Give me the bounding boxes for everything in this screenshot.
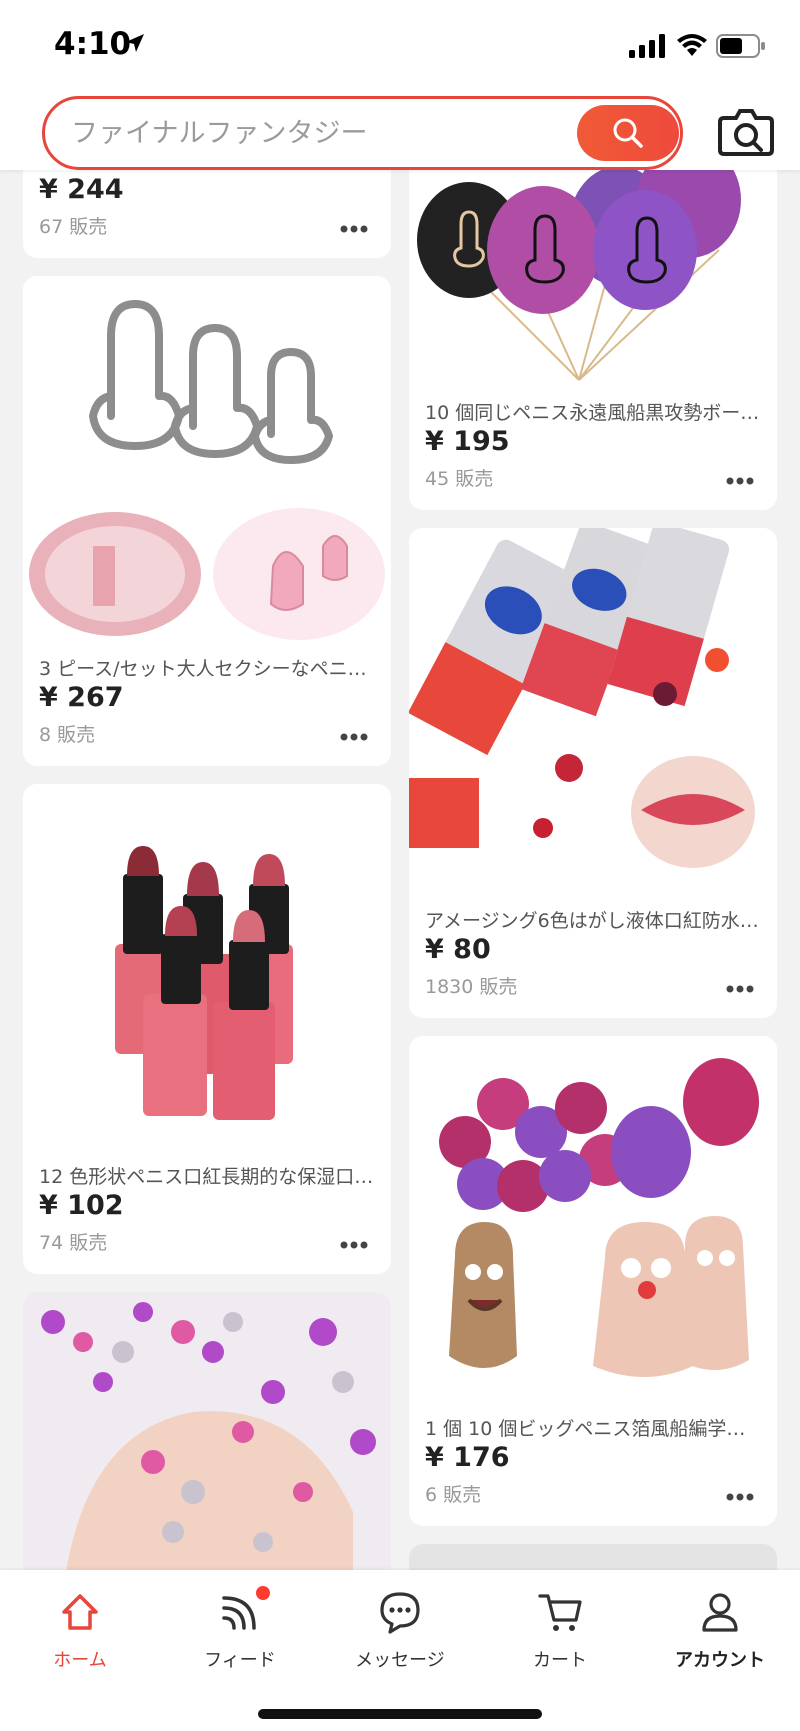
- product-price: ¥ 176: [425, 1442, 510, 1473]
- home-icon: [62, 1594, 98, 1630]
- product-sold-count: 1830 販売: [425, 976, 518, 998]
- product-image: [23, 1292, 391, 1592]
- search-input[interactable]: [71, 111, 541, 155]
- more-options-icon[interactable]: [725, 476, 755, 486]
- product-image: [23, 276, 391, 648]
- product-sold-count: 8 販売: [39, 724, 96, 746]
- product-title: 3 ピース/セット大人セクシーなペニスクッキー型: [39, 658, 375, 680]
- search-box[interactable]: [42, 96, 683, 170]
- product-sold-count: 6 販売: [425, 1484, 482, 1506]
- home-indicator: [258, 1709, 542, 1719]
- camera-icon[interactable]: [716, 106, 776, 158]
- tab-label: メッセージ: [355, 1650, 445, 1671]
- more-options-icon[interactable]: [725, 984, 755, 994]
- product-image: [409, 528, 777, 900]
- product-price: ¥ 102: [39, 1190, 124, 1221]
- product-card[interactable]: 12 色形状ペニス口紅長期的な保湿口紅マット ¥ 102 74 販売: [23, 784, 391, 1274]
- tab-cart[interactable]: カート: [480, 1570, 640, 1680]
- status-bar: 4:10: [0, 0, 800, 90]
- product-title: アメージング6色はがし液体口紅防水長持ち: [425, 910, 761, 932]
- product-sold-count: 67 販売: [39, 216, 108, 238]
- bottom-tab-bar: ホーム フィード メッセージ カート アカウント: [0, 1570, 800, 1731]
- account-icon: [702, 1593, 738, 1632]
- tab-feed[interactable]: フィード: [160, 1570, 320, 1680]
- cart-icon: [538, 1594, 582, 1631]
- more-options-icon[interactable]: [339, 732, 369, 742]
- product-price: ¥ 195: [425, 426, 510, 457]
- tab-label: アカウント: [675, 1650, 765, 1671]
- battery-icon: [716, 34, 765, 58]
- search-button[interactable]: [577, 105, 679, 161]
- location-arrow-icon: [126, 34, 144, 52]
- status-time: 4:10: [54, 26, 132, 62]
- product-card[interactable]: 3 ピース/セット大人セクシーなペニスクッキー型 ¥ 267 8 販売: [23, 276, 391, 766]
- product-title: 1 個 10 個ビッグペニス箔風船編学士パーティー: [425, 1418, 761, 1440]
- product-sold-count: 74 販売: [39, 1232, 108, 1254]
- product-image: [409, 1036, 777, 1408]
- product-price: ¥ 267: [39, 682, 124, 713]
- search-header: [0, 90, 800, 170]
- more-options-icon[interactable]: [725, 1492, 755, 1502]
- wifi-icon: [677, 34, 707, 56]
- tab-account[interactable]: アカウント: [640, 1570, 800, 1680]
- product-sold-count: 45 販売: [425, 468, 494, 490]
- product-price: ¥ 244: [39, 174, 124, 205]
- app-screen: ¥ 244 67 販売 3 ピース/セット大人セクシーなペニス ¥ 267 8 …: [0, 0, 800, 1731]
- cellular-signal-icon: [629, 34, 665, 58]
- notification-badge: [256, 1586, 270, 1600]
- tab-messages[interactable]: メッセージ: [320, 1570, 480, 1680]
- product-price: ¥ 80: [425, 934, 491, 965]
- tab-label: フィード: [204, 1650, 276, 1671]
- product-feed[interactable]: ¥ 244 67 販売 3 ピース/セット大人セクシーなペニス ¥ 267 8 …: [0, 0, 800, 1731]
- product-title: 12 色形状ペニス口紅長期的な保湿口紅マット: [39, 1166, 375, 1188]
- product-card[interactable]: アメージング6色はがし液体口紅防水長持ち ¥ 80 1830 販売: [409, 528, 777, 1018]
- product-card[interactable]: 1 個 10 個ビッグペニス箔風船編学士パーティー ¥ 176 6 販売: [409, 1036, 777, 1526]
- product-card[interactable]: 10 個同じペニス永遠風船黒攻勢ボール装飾ウェディング ¥ 195 45 販売: [409, 120, 777, 510]
- message-icon: [380, 1592, 420, 1634]
- product-title: 10 個同じペニス永遠風船黒攻勢ボール装飾ウェディング: [425, 402, 761, 424]
- product-image: [23, 784, 391, 1152]
- tab-label: ホーム: [53, 1650, 107, 1671]
- more-options-icon[interactable]: [339, 1240, 369, 1250]
- search-icon: [613, 118, 643, 148]
- tab-home[interactable]: ホーム: [0, 1570, 160, 1680]
- tab-label: カート: [533, 1650, 587, 1671]
- more-options-icon[interactable]: [339, 224, 369, 234]
- product-card[interactable]: [23, 1292, 391, 1592]
